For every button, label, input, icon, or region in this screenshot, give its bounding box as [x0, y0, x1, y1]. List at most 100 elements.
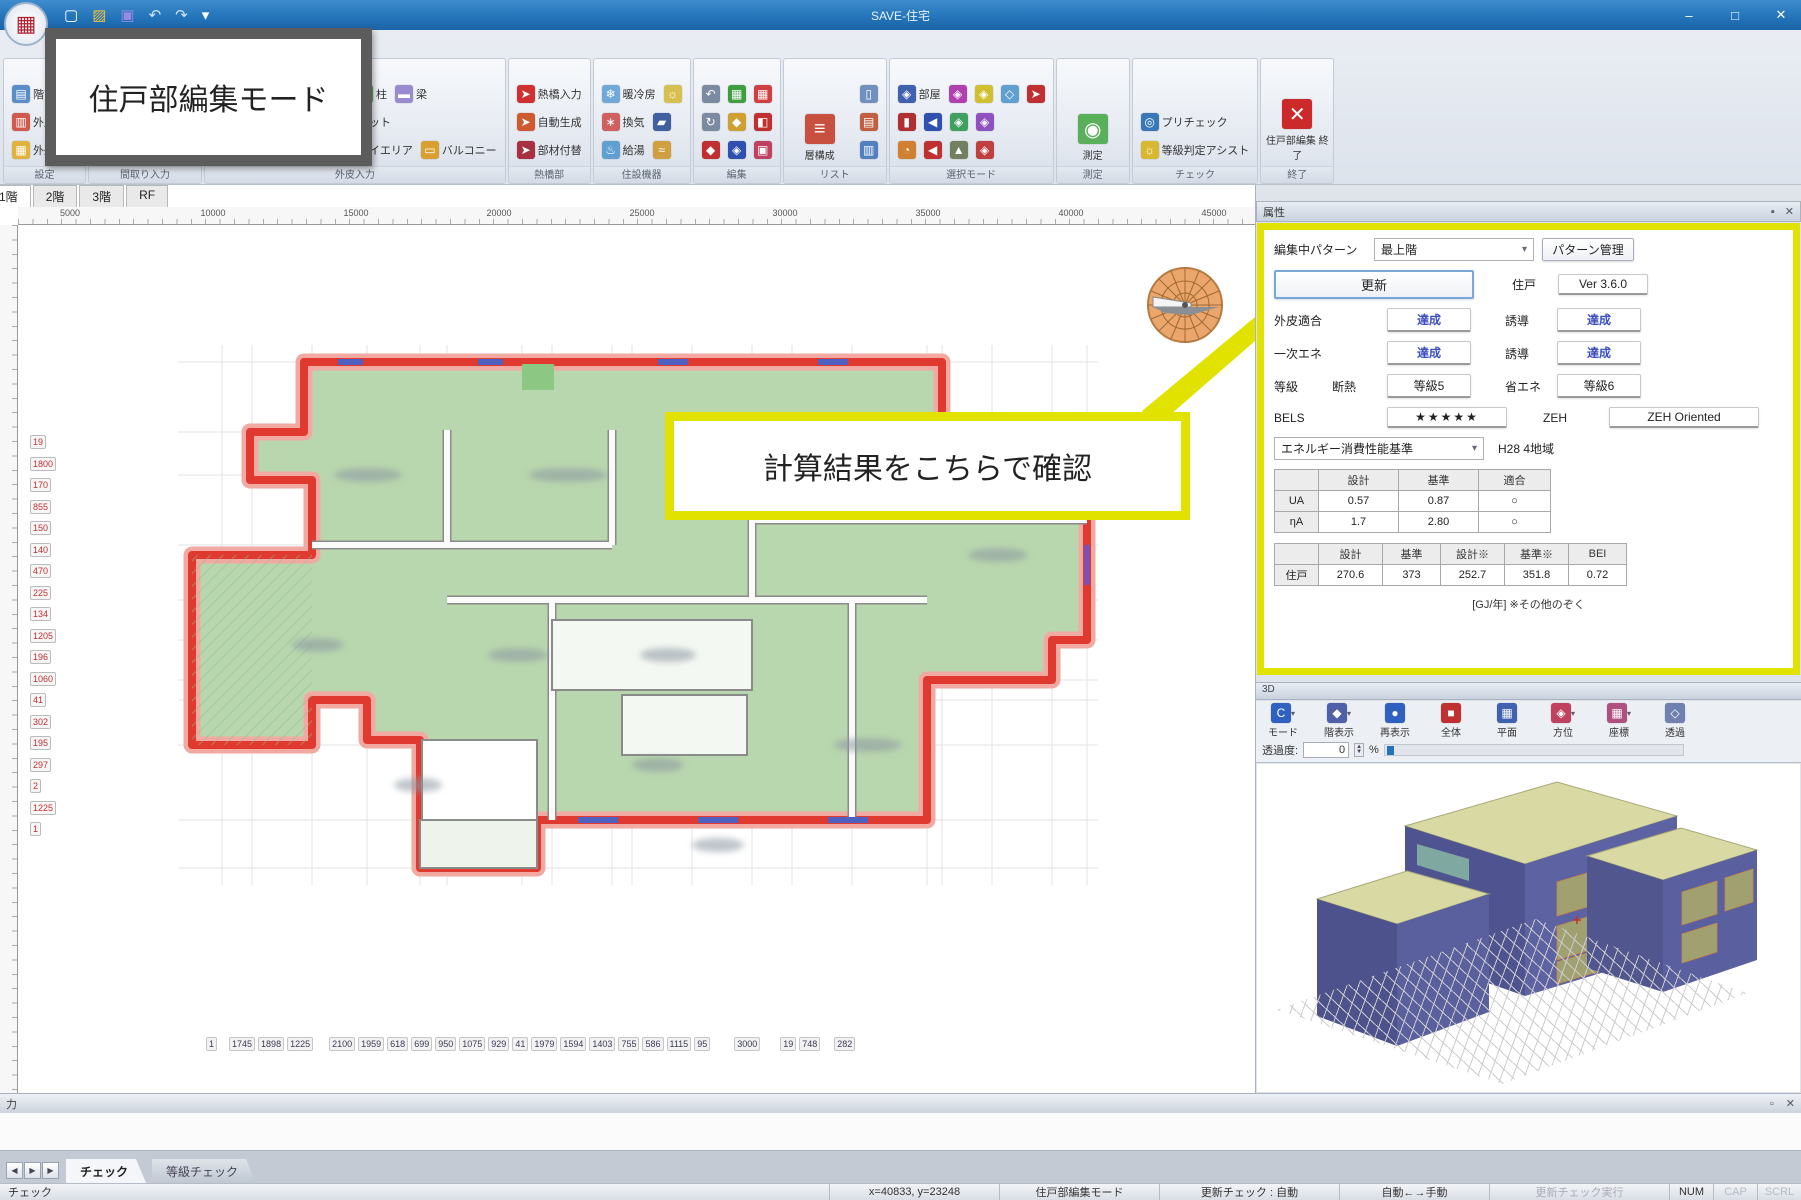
dimension-label: 1	[206, 1037, 217, 1051]
select-tree-icon[interactable]: ▲	[946, 136, 972, 164]
select-red-icon[interactable]: ◈	[972, 136, 998, 164]
exit-unit-edit-button[interactable]: ✕住戸部編集 終了	[1265, 61, 1329, 164]
table-cell: UA	[1275, 491, 1319, 512]
sheet-icon[interactable]: ▦	[724, 80, 750, 108]
table-header: 設計	[1319, 544, 1383, 565]
update-button[interactable]: 更新	[1274, 270, 1474, 299]
opacity-input[interactable]: 0	[1303, 742, 1349, 758]
view3d-title: 3D	[1262, 684, 1275, 698]
energy-standard-select[interactable]: エネルギー消費性能基準 ▾	[1274, 437, 1484, 460]
thermal-bridge-input-button[interactable]: ➤熱橋入力	[513, 80, 586, 108]
plan-view-button[interactable]: ▦平面	[1486, 703, 1528, 739]
tab-scroll-right-button[interactable]: ▶	[24, 1162, 41, 1179]
layer-structure-button[interactable]: ≡層構成	[788, 61, 852, 164]
dimension-label: 1060	[30, 672, 56, 686]
pre-check-button[interactable]: ◎プリチェック	[1137, 108, 1232, 136]
maximize-button[interactable]: □	[1721, 8, 1749, 23]
bottom-tab-チェック[interactable]: チェック	[66, 1159, 146, 1183]
tab-scroll-end-button[interactable]: ▶	[42, 1162, 59, 1179]
table-cell: 270.6	[1319, 565, 1383, 586]
solar-panel-icon[interactable]: ▰	[649, 108, 675, 136]
floor-tab-2階[interactable]: 2階	[33, 185, 78, 207]
cube-multi-icon[interactable]: ▣	[750, 136, 776, 164]
select-bridge-icon[interactable]: ➤	[1023, 80, 1049, 108]
select-book-icon[interactable]: ▮	[894, 108, 920, 136]
slider-thumb[interactable]	[1387, 746, 1394, 755]
ruler-label: 40000	[1058, 208, 1083, 218]
grid-red-icon[interactable]: ▦	[750, 80, 776, 108]
coordinates-button-dropdown-icon[interactable]: ▾	[1627, 709, 1631, 718]
list-sheet-icon[interactable]: ▥	[856, 136, 882, 164]
list-grid-icon[interactable]: ▤	[856, 108, 882, 136]
floor-display-button-dropdown-icon[interactable]: ▾	[1347, 709, 1351, 718]
lighting-icon[interactable]: ☼	[660, 80, 686, 108]
mode-button-dropdown-icon[interactable]: ▾	[1291, 709, 1295, 718]
diamond-red-icon[interactable]: ◆	[698, 136, 724, 164]
mode-button[interactable]: C▾モード	[1262, 703, 1304, 739]
dock-icon[interactable]: ▫	[1770, 1098, 1774, 1110]
select-room-button[interactable]: ◈部屋	[894, 80, 945, 108]
select-roof-icon: ◈	[949, 85, 967, 103]
floor-display-button[interactable]: ◆▾階表示	[1318, 703, 1360, 739]
measure-button[interactable]: ◉測定	[1061, 61, 1125, 164]
panel-close-icon[interactable]: ✕	[1785, 205, 1794, 218]
orientation-button[interactable]: ◈▾方位	[1542, 703, 1584, 739]
coordinates-button[interactable]: ▦▾座標	[1598, 703, 1640, 739]
tab-scroll-left-button[interactable]: ◀	[6, 1162, 23, 1179]
close-button[interactable]: ✕	[1767, 7, 1795, 23]
cogeneration-icon[interactable]: ≈	[649, 136, 675, 164]
select-green-icon[interactable]: ◈	[946, 108, 972, 136]
opacity-stepper[interactable]: ▲▼	[1354, 743, 1364, 757]
select-wall-icon[interactable]: ◇	[997, 80, 1023, 108]
floor-tab-RF[interactable]: RF	[126, 185, 168, 207]
fit-all-button[interactable]: ■全体	[1430, 703, 1472, 739]
select-arrow-red-icon[interactable]: ◀	[920, 136, 946, 164]
pattern-select[interactable]: 最上階 ▾	[1374, 238, 1534, 261]
list-view-icon[interactable]: ▯	[856, 80, 882, 108]
select-violet-icon[interactable]: ◈	[972, 108, 998, 136]
undo-edit-icon[interactable]: ↶	[698, 80, 724, 108]
strip-close-icon[interactable]: ✕	[1786, 1097, 1795, 1110]
grade-judge-assist-button[interactable]: ☼等級判定アシスト	[1137, 136, 1254, 164]
select-roof-icon[interactable]: ◈	[945, 80, 971, 108]
ventilation-button[interactable]: ∗換気	[598, 108, 649, 136]
select-ceiling-icon[interactable]: ◈	[971, 80, 997, 108]
bottom-tab-等級チェック[interactable]: 等級チェック	[152, 1159, 256, 1183]
redraw-button[interactable]: ●再表示	[1374, 703, 1416, 739]
heating-cooling-button[interactable]: ❄暖冷房	[598, 80, 660, 108]
cube-red-icon[interactable]: ◧	[750, 108, 776, 136]
pattern-manage-button[interactable]: パターン管理	[1542, 238, 1634, 261]
hot-water-button[interactable]: ♨給湯	[598, 136, 649, 164]
drawing-area[interactable]: 1918001708551501404702251341205196106041…	[18, 225, 1255, 1093]
list-view-icon: ▯	[860, 85, 878, 103]
plan-canvas[interactable]: 1階2階3階RF 5000100001500020000250003000035…	[0, 185, 1255, 1093]
auto-generate-button[interactable]: ➤自動生成	[513, 108, 586, 136]
floor-tab-1階[interactable]: 1階	[0, 185, 31, 207]
ribbon-group: ➤熱橋入力➤自動生成➤部材付替熱橋部	[508, 58, 591, 184]
select-pie-icon[interactable]: ◔	[894, 136, 920, 164]
result-label: 断熱	[1332, 378, 1387, 395]
shapes-icon: ◆	[728, 113, 746, 131]
canvas-scroll-strip[interactable]: 力 ▫ ✕	[0, 1093, 1801, 1113]
ribbon-group: ✕住戸部編集 終了終了	[1260, 58, 1334, 184]
opacity-slider[interactable]	[1384, 744, 1684, 756]
pin-icon[interactable]: ▪	[1771, 206, 1775, 218]
orientation-button-dropdown-icon[interactable]: ▾	[1571, 709, 1575, 718]
application-menu-button[interactable]: ▦	[4, 2, 48, 46]
floor-tab-3階[interactable]: 3階	[79, 185, 124, 207]
region-label: H28 4地域	[1498, 440, 1554, 457]
shapes-icon[interactable]: ◆	[724, 108, 750, 136]
select-room-button-icon: ◈	[898, 85, 916, 103]
view3d-viewport[interactable]	[1257, 764, 1800, 1092]
ribbon-group-label: 終了	[1261, 166, 1333, 183]
transparency-button[interactable]: ◇透過	[1654, 703, 1696, 739]
rotate-icon[interactable]: ↻	[698, 108, 724, 136]
member-replace-button[interactable]: ➤部材付替	[513, 136, 586, 164]
ruler-label: 20000	[486, 208, 511, 218]
balcony-button[interactable]: ▭バルコニー	[417, 136, 501, 164]
select-arrow-blue-icon[interactable]: ◀	[920, 108, 946, 136]
minimize-button[interactable]: –	[1675, 8, 1703, 23]
diamond-blue-icon[interactable]: ◈	[724, 136, 750, 164]
ruler-label: 45000	[1201, 208, 1226, 218]
beam-button[interactable]: ▬梁	[391, 80, 431, 108]
